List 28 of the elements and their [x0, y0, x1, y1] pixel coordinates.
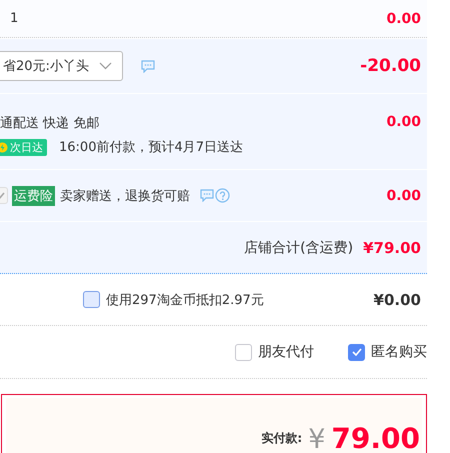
coins-amount: ¥0.00 — [374, 290, 421, 308]
delivery-badge: 次日达 — [0, 138, 47, 156]
payment-amount: 79.00 — [331, 425, 420, 453]
quantity-text: 1 — [10, 11, 18, 26]
delivery-eta: 16:00前付款，预计4月7日送达 — [59, 139, 244, 156]
store-total-amount: ¥79.00 — [363, 238, 421, 256]
checkbox[interactable] — [235, 344, 252, 360]
coins-label: 使用297淘金币抵扣2.97元 — [106, 292, 264, 308]
chevron-icon — [98, 62, 112, 70]
option-label[interactable]: 匿名购买 — [371, 343, 427, 361]
chat-icon[interactable] — [140, 60, 155, 72]
payment-label: 实付款: — [261, 430, 302, 447]
coupon-select[interactable]: 省20元:小丫头 — [0, 51, 123, 81]
shipping-method: 通配送 快递 免邮 — [0, 115, 100, 132]
store-total-label: 店铺合计(含运费) — [244, 238, 354, 256]
help-icon[interactable] — [215, 188, 230, 203]
amount-text: -20.00 — [360, 56, 421, 76]
checkbox[interactable] — [83, 291, 100, 308]
insurance-tag: 运费险 — [12, 186, 55, 206]
insurance-text: 卖家赠送，退换货可赔 — [60, 188, 190, 204]
amount-text: 0.00 — [386, 188, 421, 204]
currency-symbol: ¥ — [308, 426, 326, 453]
amount-text: 0.00 — [386, 10, 421, 26]
checkmark-icon — [352, 348, 362, 356]
chat-icon[interactable] — [200, 189, 214, 202]
option-label[interactable]: 朋友代付 — [258, 343, 314, 361]
amount-text: 0.00 — [386, 114, 421, 130]
checkbox[interactable] — [348, 344, 365, 360]
